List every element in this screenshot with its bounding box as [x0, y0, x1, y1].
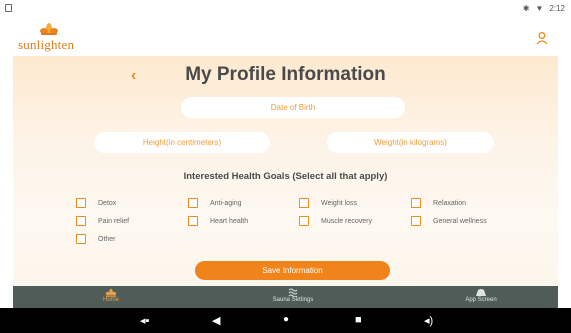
nav-sauna-settings[interactable]: Sauna Settings [263, 286, 323, 308]
sauna-settings-icon [288, 288, 298, 297]
goal-label: Other [98, 235, 116, 243]
goal-label: Muscle recovery [321, 217, 372, 225]
height-field[interactable]: Height(in centimeters) [94, 132, 270, 153]
health-goals-title: Interested Health Goals (Select all that… [183, 171, 388, 182]
home-icon [105, 288, 117, 297]
nav-home-label: Home [102, 297, 119, 303]
nav-home[interactable]: Home [91, 286, 131, 308]
checkbox[interactable] [411, 198, 421, 208]
lotus-logo-icon [40, 23, 58, 35]
date-of-birth-field[interactable]: Date of Birth [181, 97, 405, 118]
home-circle-icon[interactable]: ● [283, 314, 289, 325]
weight-field[interactable]: Weight(in kilograms) [327, 132, 494, 153]
status-indicators: ✱ ▼ 2:12 [523, 4, 565, 13]
status-bar: ✱ ▼ 2:12 [0, 0, 571, 20]
goal-label: Relaxation [433, 199, 467, 207]
nav-sauna-label: Sauna Settings [272, 297, 314, 303]
checkbox[interactable] [188, 216, 198, 226]
user-icon[interactable] [535, 31, 549, 45]
checkbox[interactable] [299, 198, 309, 208]
goal-label: Weight loss [321, 199, 358, 207]
goal-label: Pain relief [98, 217, 130, 225]
notification-icon [5, 4, 12, 12]
system-navigation-bar: ◂▪ ◀ ● ■ ◂) [0, 308, 571, 333]
goal-label: General wellness [433, 217, 487, 225]
goal-label: Detox [98, 199, 117, 207]
sunlighten-logo[interactable]: sunlighten [18, 20, 88, 56]
goal-anti-aging[interactable]: Anti-aging [188, 197, 242, 209]
bottom-navigation: Home Sauna Settings App Screen [13, 286, 558, 308]
nav-app-screen[interactable]: App Screen [456, 286, 506, 308]
checkbox[interactable] [188, 198, 198, 208]
goal-general-wellness[interactable]: General wellness [411, 215, 487, 227]
volume-down-icon[interactable]: ◂▪ [140, 314, 149, 327]
goal-pain-relief[interactable]: Pain relief [76, 215, 129, 227]
goal-detox[interactable]: Detox [76, 197, 116, 209]
goal-muscle-recovery[interactable]: Muscle recovery [299, 215, 372, 227]
logo-text: sunlighten [18, 37, 75, 52]
app-bar: sunlighten [0, 20, 571, 56]
status-time: 2:12 [549, 4, 565, 13]
back-icon[interactable]: ◀ [212, 314, 220, 327]
goal-other[interactable]: Other [76, 233, 116, 245]
bluetooth-icon: ✱ [522, 4, 530, 13]
recents-icon[interactable]: ■ [355, 314, 362, 326]
checkbox[interactable] [76, 198, 86, 208]
checkbox[interactable] [76, 234, 86, 244]
checkbox[interactable] [299, 216, 309, 226]
checkbox[interactable] [76, 216, 86, 226]
volume-up-icon[interactable]: ◂) [424, 314, 433, 327]
goal-weight-loss[interactable]: Weight loss [299, 197, 357, 209]
goal-relaxation[interactable]: Relaxation [411, 197, 466, 209]
nav-app-label: App Screen [465, 297, 497, 303]
app-screen-icon [476, 289, 486, 296]
page-title: My Profile Information [185, 64, 386, 85]
save-information-button[interactable]: Save Information [195, 261, 390, 280]
goal-label: Heart health [210, 217, 249, 225]
checkbox[interactable] [411, 216, 421, 226]
goal-label: Anti-aging [210, 199, 242, 207]
goal-heart-health[interactable]: Heart health [188, 215, 248, 227]
wifi-icon: ▼ [535, 4, 544, 13]
